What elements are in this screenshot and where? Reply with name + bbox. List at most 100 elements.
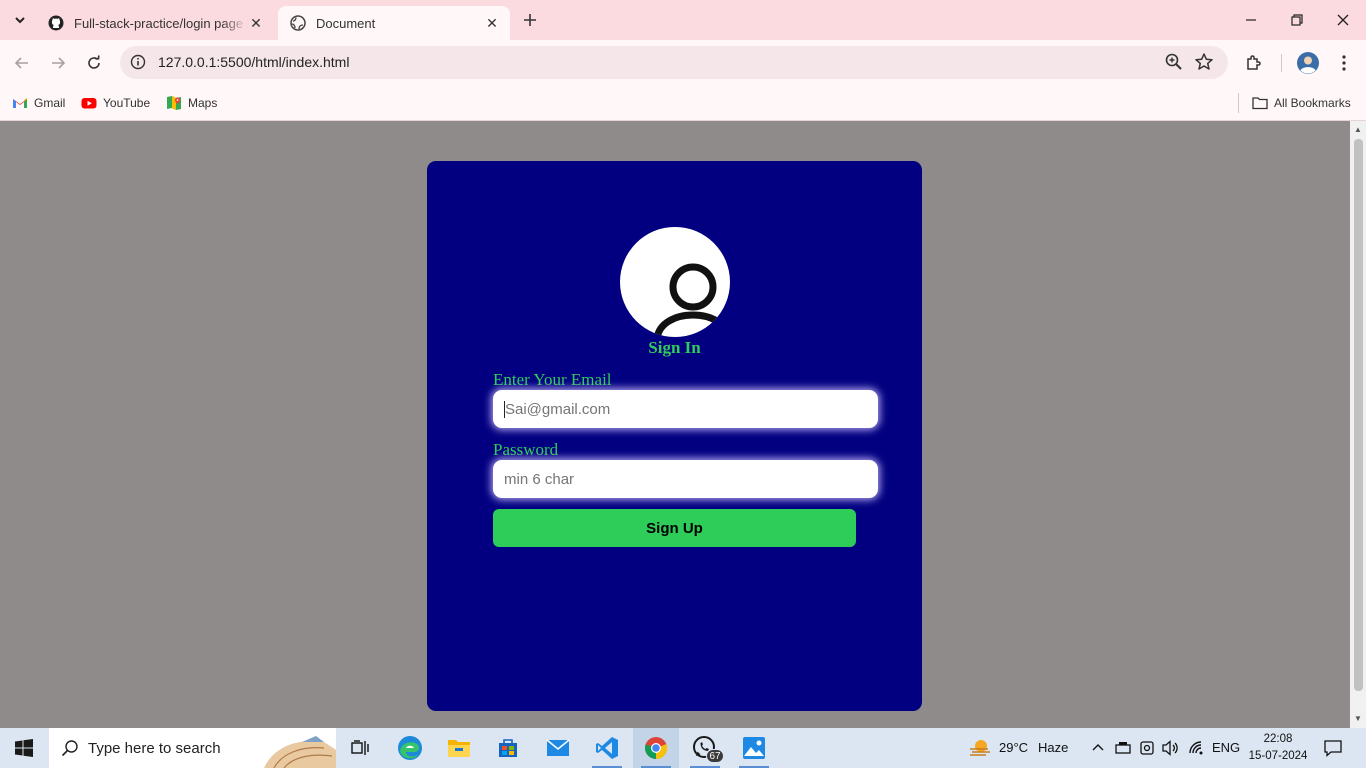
- close-icon: [1337, 14, 1349, 26]
- taskbar: Type here to search 67 29°C Haze ENG 22:…: [0, 728, 1366, 768]
- windows-icon: [15, 739, 33, 757]
- tab-document[interactable]: Document ✕: [278, 6, 510, 40]
- close-window-button[interactable]: [1320, 0, 1366, 40]
- restore-button[interactable]: [1274, 0, 1320, 40]
- close-tab-icon[interactable]: ✕: [248, 15, 264, 31]
- user-icon: [653, 263, 730, 337]
- scroll-up-icon[interactable]: ▲: [1353, 125, 1363, 135]
- all-bookmarks-label: All Bookmarks: [1274, 96, 1351, 110]
- mail-icon: [546, 739, 570, 756]
- back-button[interactable]: [8, 49, 36, 77]
- weather-haze-icon: [970, 740, 990, 756]
- bookmarks-divider: [1238, 93, 1239, 113]
- minimize-icon: [1246, 19, 1256, 21]
- chrome-app[interactable]: [633, 728, 679, 768]
- vscode-icon: [596, 737, 618, 759]
- scroll-down-icon[interactable]: ▼: [1353, 714, 1363, 724]
- store-icon: [499, 739, 517, 757]
- language-indicator[interactable]: ENG: [1212, 740, 1240, 755]
- photos-icon: [743, 737, 765, 759]
- weather-widget[interactable]: [968, 738, 992, 758]
- address-bar[interactable]: 127.0.0.1:5500/html/index.html: [120, 46, 1228, 79]
- browser-toolbar: 127.0.0.1:5500/html/index.html: [0, 40, 1366, 85]
- password-field[interactable]: min 6 char: [493, 460, 878, 498]
- chrome-icon: [645, 737, 668, 760]
- tray-drive-button[interactable]: [1113, 738, 1133, 758]
- mail-app[interactable]: [535, 728, 581, 768]
- tray-meet-button[interactable]: [1137, 738, 1157, 758]
- edge-app[interactable]: [387, 728, 433, 768]
- scrollbar-thumb[interactable]: [1354, 139, 1363, 691]
- url-text[interactable]: 127.0.0.1:5500/html/index.html: [158, 54, 349, 70]
- file-explorer-app[interactable]: [436, 728, 482, 768]
- all-bookmarks-button[interactable]: All Bookmarks: [1252, 92, 1351, 114]
- tab-github[interactable]: Full-stack-practice/login page a ✕: [36, 6, 274, 40]
- zoom-icon[interactable]: [1164, 52, 1184, 72]
- bookmark-label: Maps: [188, 96, 218, 110]
- vscode-app[interactable]: [584, 728, 630, 768]
- notifications-button[interactable]: [1323, 738, 1343, 758]
- globe-icon: [290, 15, 306, 31]
- task-view-icon: [351, 740, 369, 755]
- volume-button[interactable]: [1161, 738, 1181, 758]
- whatsapp-app[interactable]: 67: [682, 728, 728, 768]
- menu-button[interactable]: [1330, 49, 1358, 77]
- tab-title: Document: [316, 15, 376, 31]
- plus-icon: [524, 14, 536, 26]
- show-hidden-icons-button[interactable]: [1088, 738, 1108, 758]
- new-tab-button[interactable]: [518, 8, 542, 32]
- site-info-icon[interactable]: [128, 52, 148, 72]
- close-tab-icon[interactable]: ✕: [484, 15, 500, 31]
- speaker-icon: [1162, 740, 1178, 756]
- search-icon: [61, 740, 78, 757]
- toolbar-divider: [1281, 54, 1282, 72]
- notification-icon: [1324, 740, 1342, 757]
- bookmark-label: YouTube: [103, 96, 151, 110]
- taskbar-search[interactable]: Type here to search: [49, 728, 336, 768]
- kebab-menu-icon: [1342, 55, 1346, 71]
- email-label: Enter Your Email: [493, 370, 612, 389]
- chevron-down-icon: [15, 17, 25, 24]
- minimize-button[interactable]: [1228, 0, 1274, 40]
- bookmark-label: Gmail: [34, 96, 66, 110]
- notification-badge: 67: [706, 749, 724, 763]
- wifi-icon: [1189, 741, 1203, 755]
- github-icon: [48, 15, 64, 31]
- arrow-left-icon: [14, 57, 28, 69]
- email-placeholder: Sai@gmail.com: [505, 400, 611, 418]
- weather-desc[interactable]: Haze: [1038, 740, 1068, 755]
- user-avatar: [620, 227, 730, 337]
- page-title: Sign In: [648, 338, 701, 357]
- weather-temp[interactable]: 29°C: [999, 740, 1028, 755]
- arrow-right-icon: [52, 57, 66, 69]
- store-app[interactable]: [485, 728, 531, 768]
- avatar: [1297, 52, 1319, 74]
- gmail-icon: [13, 98, 27, 108]
- puzzle-icon: [1247, 55, 1261, 70]
- bookmark-maps[interactable]: Maps: [166, 92, 217, 114]
- profile-button[interactable]: [1294, 49, 1322, 77]
- usb-drive-icon: [1115, 742, 1131, 754]
- task-view-button[interactable]: [337, 728, 383, 768]
- photos-app[interactable]: [731, 728, 777, 768]
- edge-icon: [398, 736, 422, 760]
- tab-search-button[interactable]: [6, 7, 34, 33]
- search-highlight-image: [264, 736, 336, 768]
- extensions-button[interactable]: [1240, 49, 1268, 77]
- password-placeholder: min 6 char: [504, 470, 575, 488]
- email-field[interactable]: Sai@gmail.com: [493, 390, 878, 428]
- bookmark-star-icon[interactable]: [1194, 52, 1214, 72]
- bookmark-gmail[interactable]: Gmail: [12, 92, 65, 114]
- tab-strip: Full-stack-practice/login page a ✕ Docum…: [0, 0, 1366, 40]
- signin-card: Sign In Enter Your Email Sai@gmail.com P…: [427, 161, 922, 711]
- reload-button[interactable]: [80, 49, 108, 77]
- network-button[interactable]: [1186, 738, 1206, 758]
- forward-button[interactable]: [44, 49, 72, 77]
- start-button[interactable]: [0, 728, 48, 768]
- page-scrollbar[interactable]: ▲ ▼: [1350, 121, 1366, 728]
- bookmark-youtube[interactable]: YouTube: [81, 92, 150, 114]
- clock[interactable]: 22:08 15-07-2024: [1246, 731, 1310, 765]
- bookmarks-bar: Gmail YouTube Maps All Bookmarks: [0, 85, 1366, 121]
- sign-up-button[interactable]: Sign Up: [493, 509, 856, 547]
- tab-title: Full-stack-practice/login page a: [74, 15, 248, 31]
